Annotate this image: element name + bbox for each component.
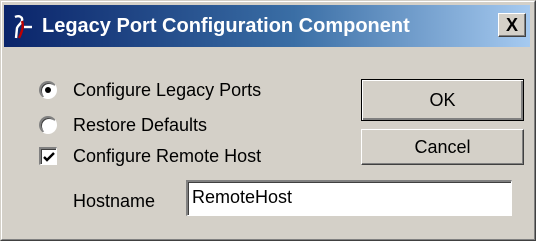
configure-legacy-ports-radio[interactable]: [39, 81, 57, 99]
title-bar[interactable]: Legacy Port Configuration Component X: [4, 5, 530, 47]
checkmark-icon: [43, 152, 55, 162]
radio-selected-dot: [45, 87, 51, 93]
hostname-label: Hostname: [73, 191, 156, 211]
configure-remote-host-label[interactable]: Configure Remote Host: [73, 145, 261, 167]
restore-defaults-radio[interactable]: [39, 116, 57, 134]
app-icon: [14, 15, 32, 39]
close-button[interactable]: X: [498, 13, 526, 37]
ok-button[interactable]: OK: [361, 79, 524, 121]
window-title: Legacy Port Configuration Component: [42, 15, 410, 37]
hostname-input[interactable]: RemoteHost: [186, 180, 512, 216]
dialog-window: Legacy Port Configuration Component X Co…: [0, 0, 536, 241]
restore-defaults-label[interactable]: Restore Defaults: [73, 114, 207, 136]
configure-legacy-ports-label[interactable]: Configure Legacy Ports: [73, 79, 261, 101]
cancel-button[interactable]: Cancel: [361, 129, 524, 165]
ok-button-label: OK: [429, 90, 456, 110]
close-icon: X: [505, 15, 518, 35]
configure-remote-host-checkbox[interactable]: [39, 147, 57, 165]
cancel-button-label: Cancel: [414, 137, 471, 157]
